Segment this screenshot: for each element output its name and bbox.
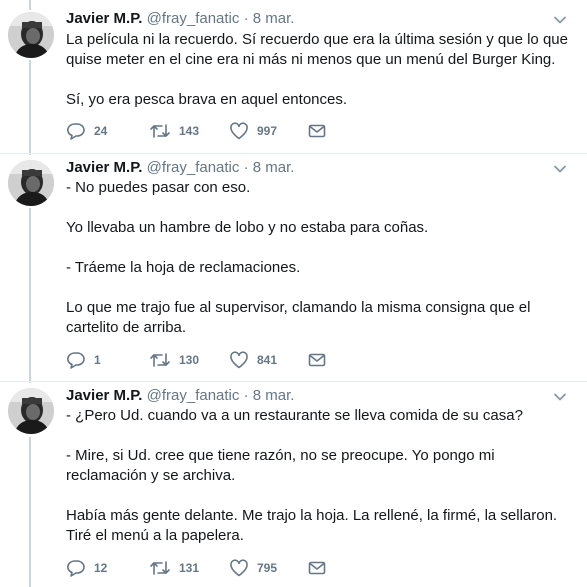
author-name[interactable]: Javier M.P. [66, 387, 142, 404]
envelope-icon [308, 561, 326, 575]
author-name[interactable]: Javier M.P. [66, 159, 142, 176]
retweet-count: 130 [179, 353, 200, 367]
tweet-text: - ¿Pero Ud. cuando va a un restaurante s… [66, 406, 576, 546]
direct-message-button[interactable] [308, 350, 326, 370]
heart-icon [230, 559, 248, 577]
chevron-down-icon[interactable] [553, 390, 567, 404]
avatar-image [8, 160, 54, 206]
heart-icon [230, 122, 248, 140]
retweet-button[interactable]: 131 [149, 558, 199, 578]
reply-icon [67, 352, 85, 369]
tweet-actions: 12 131 795 [66, 558, 346, 578]
author-handle[interactable]: @fray_fanatic [147, 387, 240, 404]
tweet-date[interactable]: 8 mar. [253, 10, 295, 27]
tweet-paragraph: Yo llevaba un hambre de lobo y no estaba… [66, 219, 429, 236]
tweet[interactable]: Javier M.P. @fray_fanatic · 8 mar. - No … [0, 154, 587, 380]
reply-button[interactable]: 24 [66, 121, 107, 141]
like-button[interactable]: 841 [229, 350, 277, 370]
retweet-button[interactable]: 130 [149, 350, 199, 370]
retweet-icon [150, 353, 170, 367]
tweet[interactable]: Javier M.P. @fray_fanatic · 8 mar. La pe… [0, 0, 587, 152]
tweet-text: - No puedes pasar con eso. Yo llevaba un… [66, 178, 576, 338]
reply-count: 24 [94, 124, 108, 138]
author-handle[interactable]: @fray_fanatic [147, 159, 240, 176]
chevron-down-icon[interactable] [553, 162, 567, 176]
tweet[interactable]: Javier M.P. @fray_fanatic · 8 mar. - ¿Pe… [0, 382, 587, 587]
direct-message-button[interactable] [308, 121, 326, 141]
tweet-paragraph: - ¿Pero Ud. cuando va a un restaurante s… [66, 407, 523, 424]
like-button[interactable]: 997 [229, 121, 277, 141]
reply-icon [67, 560, 85, 577]
separator-dot: · [243, 10, 249, 27]
chevron-down-icon[interactable] [553, 13, 567, 27]
tweet-header: Javier M.P. @fray_fanatic · 8 mar. [66, 386, 294, 406]
like-count: 997 [257, 124, 278, 138]
tweet-paragraph: Había más gente delante. Me trajo la hoj… [66, 507, 558, 544]
like-count: 795 [257, 561, 278, 575]
retweet-count: 143 [179, 124, 200, 138]
tweet-date[interactable]: 8 mar. [253, 387, 295, 404]
author-name[interactable]: Javier M.P. [66, 10, 142, 27]
avatar[interactable] [8, 388, 54, 434]
tweet-date[interactable]: 8 mar. [253, 159, 295, 176]
reply-button[interactable]: 1 [66, 350, 101, 370]
avatar-image [8, 388, 54, 434]
author-handle[interactable]: @fray_fanatic [147, 10, 240, 27]
avatar[interactable] [8, 160, 54, 206]
retweet-button[interactable]: 143 [149, 121, 199, 141]
retweet-icon [150, 561, 170, 575]
like-count: 841 [257, 353, 278, 367]
avatar-image [8, 12, 54, 58]
tweet-actions: 1 130 841 [66, 350, 346, 370]
envelope-icon [308, 124, 326, 138]
separator-dot: · [243, 387, 249, 404]
avatar[interactable] [8, 12, 54, 58]
tweet-paragraph: - Mire, si Ud. cree que tiene razón, no … [66, 447, 495, 484]
tweet-paragraph: La película ni la recuerdo. Sí recuerdo … [66, 31, 568, 68]
tweet-header: Javier M.P. @fray_fanatic · 8 mar. [66, 158, 294, 178]
tweet-paragraph: Lo que me trajo fue al supervisor, clama… [66, 299, 531, 336]
reply-icon [67, 123, 85, 140]
like-button[interactable]: 795 [229, 558, 277, 578]
reply-count: 12 [94, 561, 108, 575]
envelope-icon [308, 353, 326, 367]
heart-icon [230, 351, 248, 369]
tweet-header: Javier M.P. @fray_fanatic · 8 mar. [66, 9, 294, 29]
tweet-paragraph: - No puedes pasar con eso. [66, 179, 251, 196]
tweet-text: La película ni la recuerdo. Sí recuerdo … [66, 30, 576, 110]
retweet-count: 131 [179, 561, 200, 575]
tweet-paragraph: - Tráeme la hoja de reclamaciones. [66, 259, 301, 276]
retweet-icon [150, 124, 170, 138]
tweet-paragraph: Sí, yo era pesca brava en aquel entonces… [66, 91, 348, 108]
tweet-actions: 24 143 997 [66, 121, 346, 141]
reply-count: 1 [94, 353, 101, 367]
reply-button[interactable]: 12 [66, 558, 107, 578]
separator-dot: · [243, 159, 249, 176]
direct-message-button[interactable] [308, 558, 326, 578]
